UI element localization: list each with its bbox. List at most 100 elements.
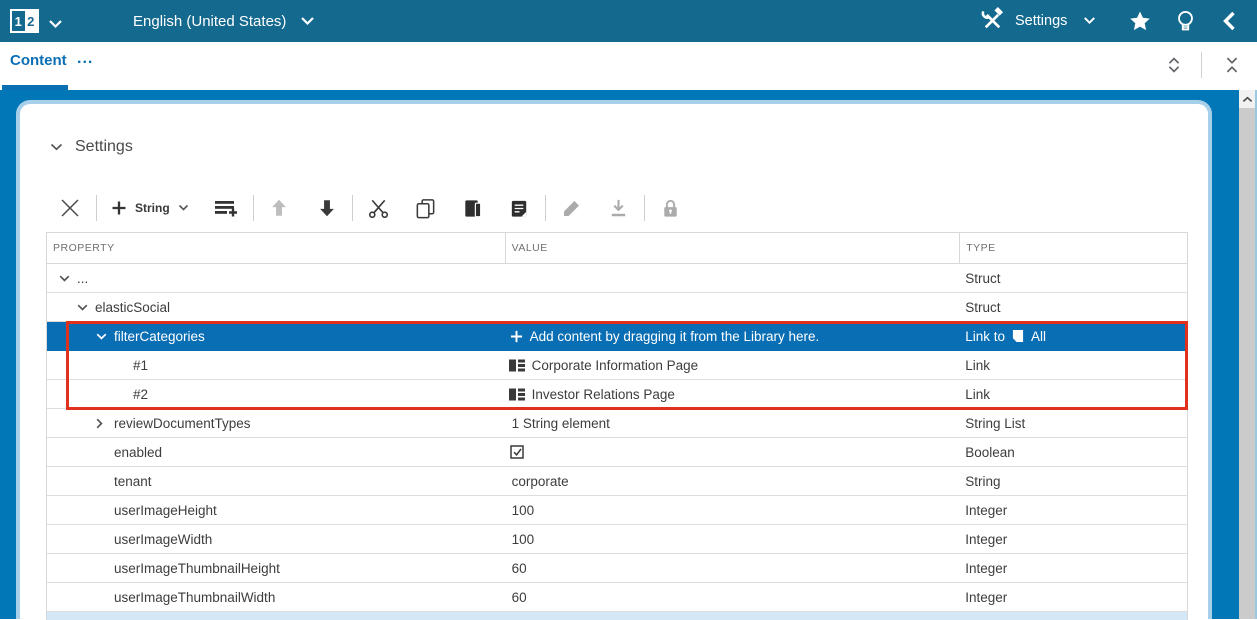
divider <box>644 195 645 221</box>
table-row-userImageHeight[interactable]: userImageHeight100Integer <box>47 496 1187 525</box>
type-cell: Integer <box>960 525 1187 553</box>
column-header-property: PROPERTY <box>47 233 506 263</box>
import-download-button[interactable] <box>599 192 638 224</box>
column-header-type: TYPE <box>960 233 1187 263</box>
page-type-icon <box>509 388 525 401</box>
table-row-enabled[interactable]: enabled Boolean <box>47 438 1187 467</box>
plus-icon <box>111 200 127 216</box>
property-cell: tenant <box>47 467 506 495</box>
favorites-star-button[interactable] <box>1127 8 1153 34</box>
value-cell: corporate <box>506 467 961 495</box>
logo-left-digit: 1 <box>12 11 25 31</box>
type-text: Integer <box>965 561 1007 576</box>
apps-menu-chevron-icon[interactable] <box>48 16 63 34</box>
property-cell: userImageHeight <box>47 496 506 524</box>
chevron-down-icon <box>300 13 315 30</box>
struct-editor-toolbar: String <box>50 192 690 224</box>
type-cell: Link <box>960 351 1187 379</box>
property-cell: enabled <box>47 438 506 466</box>
divider <box>545 195 546 221</box>
type-text: Integer <box>965 532 1007 547</box>
lock-button[interactable] <box>651 192 690 224</box>
property-name: filterCategories <box>114 329 205 344</box>
chevron-down-icon[interactable] <box>77 304 88 311</box>
divider <box>1201 52 1202 78</box>
copy-button[interactable] <box>406 192 445 224</box>
value-cell: 60 <box>506 554 961 582</box>
tab-overflow-menu[interactable]: ... <box>77 50 93 68</box>
collapse-chevron-icon <box>50 138 63 156</box>
paste-button[interactable] <box>453 192 492 224</box>
chevron-down-icon <box>178 204 189 212</box>
divider <box>352 195 353 221</box>
property-name: ... <box>77 271 88 286</box>
table-row-filterCategories[interactable]: filterCategories Add content by dragging … <box>47 322 1187 351</box>
plus-icon <box>510 330 523 343</box>
property-name: userImageWidth <box>114 532 212 547</box>
add-multiple-items-button[interactable] <box>205 192 247 224</box>
type-text: Boolean <box>965 445 1015 460</box>
document-icon <box>1012 329 1024 343</box>
scroll-up-button[interactable] <box>1239 90 1255 108</box>
vertical-scrollbar[interactable] <box>1239 90 1255 619</box>
value-text[interactable]: 100 <box>512 503 535 518</box>
value-text[interactable]: 60 <box>512 590 527 605</box>
table-row-num1[interactable]: #1Corporate Information PageLink <box>47 351 1187 380</box>
property-name: userImageHeight <box>114 503 217 518</box>
column-header-value: VALUE <box>506 233 961 263</box>
value-text[interactable]: 1 String element <box>512 416 610 431</box>
page-type-icon <box>509 359 525 372</box>
table-row-userImageThumbnailHeight[interactable]: userImageThumbnailHeight 60 Integer <box>47 554 1187 583</box>
collapse-panel-chevron-button[interactable] <box>1216 8 1242 34</box>
cut-button[interactable] <box>359 192 398 224</box>
app-logo[interactable]: 1 2 <box>10 9 39 33</box>
table-row-elasticSocial[interactable]: elasticSocial Struct <box>47 293 1187 322</box>
property-cell: reviewDocumentTypes <box>47 409 506 437</box>
type-cell: Integer <box>960 554 1187 582</box>
type-cell: Struct <box>960 293 1187 321</box>
chevron-down-icon[interactable] <box>96 333 107 340</box>
table-row-userImageThumbnailWidth[interactable]: userImageThumbnailWidth60Integer <box>47 583 1187 612</box>
remove-property-button[interactable] <box>50 192 90 224</box>
divider <box>253 195 254 221</box>
value-cell <box>506 264 961 292</box>
move-down-button[interactable] <box>308 192 346 224</box>
type-text: Struct <box>965 271 1000 286</box>
property-cell: filterCategories <box>47 322 506 350</box>
table-row-userImageWidth[interactable]: userImageWidth 100 Integer <box>47 525 1187 554</box>
property-name: enabled <box>114 445 162 460</box>
type-cell: Boolean <box>960 438 1187 466</box>
property-name: userImageThumbnailHeight <box>114 561 280 576</box>
edit-button[interactable] <box>552 192 591 224</box>
type-cell: String <box>960 467 1187 495</box>
type-scope-text: All <box>1031 329 1046 344</box>
table-row-reviewDocumentTypes[interactable]: reviewDocumentTypes1 String elementStrin… <box>47 409 1187 438</box>
settings-section-header[interactable]: Settings <box>50 138 133 156</box>
chevron-right-icon[interactable] <box>96 418 103 429</box>
type-cell: Link <box>960 380 1187 408</box>
table-row-tenant[interactable]: tenant corporate String <box>47 467 1187 496</box>
value-text[interactable]: 100 <box>512 532 535 547</box>
add-property-type-label: String <box>135 201 170 215</box>
add-property-button[interactable]: String <box>103 200 197 216</box>
help-lightbulb-button[interactable] <box>1172 8 1198 34</box>
table-row-dotdotdot[interactable]: ... Struct <box>47 264 1187 293</box>
checkbox-checked[interactable] <box>510 445 524 459</box>
type-cell: Struct <box>960 264 1187 292</box>
property-cell: elasticSocial <box>47 293 506 321</box>
table-row-num2[interactable]: #2Investor Relations PageLink <box>47 380 1187 409</box>
drop-hint-text: Add content by dragging it from the Libr… <box>530 329 820 344</box>
linked-content-title[interactable]: Investor Relations Page <box>532 387 675 402</box>
collapse-all-panels-button[interactable] <box>1218 51 1246 79</box>
chevron-down-icon[interactable] <box>59 275 70 282</box>
value-cell: Corporate Information Page <box>506 351 961 379</box>
locale-selector[interactable]: English (United States) <box>133 0 315 42</box>
linked-content-title[interactable]: Corporate Information Page <box>532 358 699 373</box>
value-text[interactable]: corporate <box>512 474 569 489</box>
tab-content[interactable]: Content <box>10 52 67 69</box>
paste-special-button[interactable] <box>500 192 539 224</box>
value-text[interactable]: 60 <box>512 561 527 576</box>
move-up-button[interactable] <box>260 192 298 224</box>
settings-menu[interactable]: Settings <box>980 0 1096 42</box>
expand-all-panels-button[interactable] <box>1160 51 1188 79</box>
